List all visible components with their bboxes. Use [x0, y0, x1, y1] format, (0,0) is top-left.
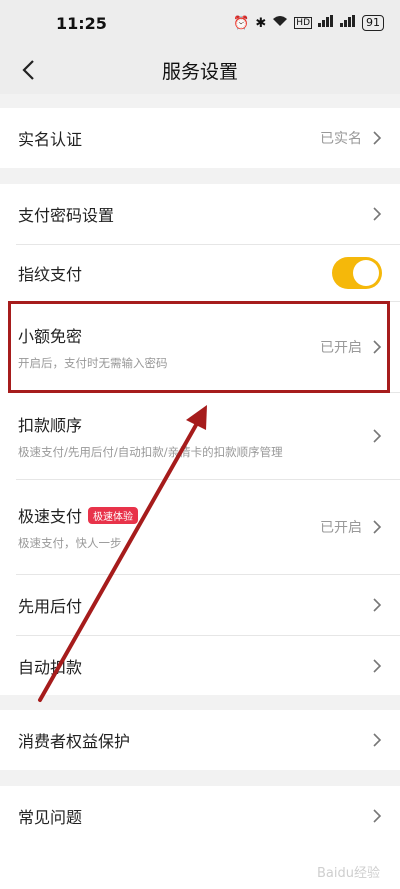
row-value: 已开启 — [320, 520, 362, 536]
row-subtitle: 开启后，支付时无需输入密码 — [18, 356, 168, 370]
promo-badge: 极速体验 — [88, 507, 139, 524]
chevron-right-icon — [373, 131, 382, 145]
status-bar: 11:25 ⏰ ✱ HD 91 — [0, 0, 400, 46]
row-subtitle: 极速支付，快人一步 — [18, 536, 122, 550]
chevron-right-icon — [373, 429, 382, 443]
row-label: 指纹支付 — [18, 265, 83, 284]
row-label: 扣款顺序 — [18, 416, 83, 435]
fingerprint-toggle[interactable] — [332, 257, 382, 289]
row-subtitle: 极速支付/先用后付/自动扣款/亲情卡的扣款顺序管理 — [18, 445, 283, 459]
row-label: 自动扣款 — [18, 657, 83, 677]
row-autodebit[interactable]: 自动扣款 — [0, 636, 400, 695]
watermark: Baidu经验 — [317, 866, 380, 881]
status-time: 11:25 — [56, 13, 107, 33]
bluetooth-icon: ✱ — [255, 15, 267, 31]
row-label: 小额免密 — [18, 327, 83, 346]
group-identity: 实名认证 已实名 — [0, 108, 400, 168]
chevron-right-icon — [373, 520, 382, 534]
row-paylater[interactable]: 先用后付 — [0, 575, 400, 635]
hd-icon: HD — [294, 17, 312, 29]
row-order[interactable]: 扣款顺序 极速支付/先用后付/自动扣款/亲情卡的扣款顺序管理 — [0, 393, 400, 479]
row-value: 已实名 — [320, 131, 362, 147]
nav-bar: 服务设置 — [0, 46, 400, 94]
row-label: 实名认证 — [18, 130, 83, 149]
row-fastpay[interactable]: 极速支付 极速体验 极速支付，快人一步 已开启 — [0, 480, 400, 574]
row-label: 常见问题 — [18, 808, 83, 827]
chevron-right-icon — [373, 809, 382, 823]
row-realname[interactable]: 实名认证 已实名 — [0, 108, 400, 168]
row-label: 消费者权益保护 — [18, 732, 131, 751]
row-smallpay[interactable]: 小额免密 开启后，支付时无需输入密码 已开启 — [0, 302, 400, 392]
row-consumer[interactable]: 消费者权益保护 — [0, 710, 400, 770]
row-paypwd[interactable]: 支付密码设置 — [0, 184, 400, 244]
row-label: 先用后付 — [18, 597, 83, 616]
chevron-right-icon — [373, 733, 382, 747]
signal-icon — [318, 15, 334, 31]
row-faq[interactable]: 常见问题 — [0, 786, 400, 846]
chevron-right-icon — [373, 658, 382, 673]
chevron-right-icon — [373, 207, 382, 221]
chevron-right-icon — [373, 598, 382, 612]
row-fingerprint: 指纹支付 — [0, 245, 400, 301]
row-value: 已开启 — [320, 340, 362, 356]
row-label: 支付密码设置 — [18, 206, 115, 225]
signal-icon — [340, 15, 356, 31]
row-label: 极速支付 — [18, 507, 83, 526]
group-payment: 支付密码设置 指纹支付 小额免密 开启后，支付时无需输入密码 已开启 扣款顺序 … — [0, 184, 400, 695]
row-label-wrap: 极速支付 极速体验 — [18, 503, 139, 527]
battery-indicator: 91 — [362, 15, 384, 31]
wifi-icon — [272, 15, 288, 31]
group-consumer: 消费者权益保护 — [0, 710, 400, 770]
page-title: 服务设置 — [161, 60, 238, 83]
status-icons: ⏰ ✱ HD 91 — [233, 15, 384, 31]
back-button[interactable] — [14, 56, 42, 84]
alarm-icon: ⏰ — [233, 15, 250, 31]
chevron-right-icon — [373, 340, 382, 354]
chevron-left-icon — [22, 60, 34, 80]
